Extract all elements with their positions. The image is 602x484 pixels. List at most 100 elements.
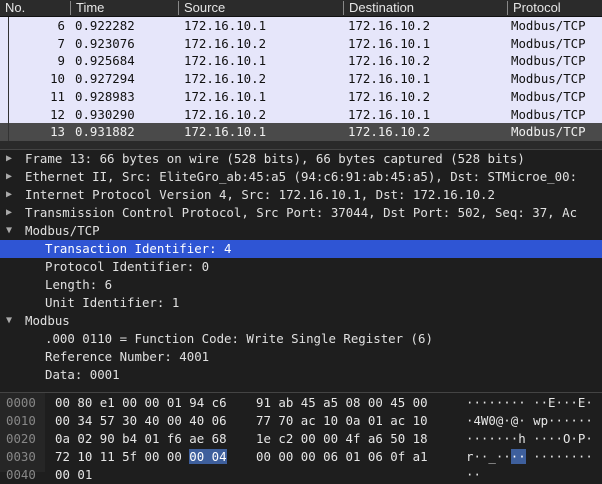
cell-time: 0.925684 bbox=[75, 53, 135, 69]
collapsed-arrow-icon[interactable]: ▶ bbox=[6, 150, 12, 168]
pane-divider[interactable] bbox=[0, 141, 602, 150]
cell-src: 172.16.10.2 bbox=[184, 106, 267, 122]
cell-time: 0.930290 bbox=[75, 106, 135, 122]
hex-bytes-group-a: 72 10 11 5f 00 00 00 04 bbox=[55, 448, 227, 466]
hex-offset-cell: 0020 bbox=[6, 430, 36, 448]
detail-text: Internet Protocol Version 4, Src: 172.16… bbox=[25, 187, 495, 202]
cell-dst: 172.16.10.2 bbox=[348, 88, 431, 104]
detail-text: Reference Number: 4001 bbox=[45, 349, 210, 364]
detail-text: Unit Identifier: 1 bbox=[45, 295, 180, 310]
cell-dst: 172.16.10.2 bbox=[348, 18, 431, 33]
hex-offset: 0000 bbox=[6, 395, 36, 410]
detail-text: .000 0110 = Function Code: Write Single … bbox=[45, 331, 433, 346]
detail-item[interactable]: ▼ Modbus bbox=[0, 312, 602, 330]
detail-item[interactable]: Transaction Identifier: 4 bbox=[0, 240, 602, 258]
packet-row[interactable]: 6 0.922282 172.16.10.1 172.16.10.2 Modbus/TC… bbox=[0, 17, 602, 35]
detail-item[interactable]: Protocol Identifier: 0 bbox=[0, 258, 602, 276]
hex-bytes-group-a: 00 80 e1 00 00 01 94 c6 bbox=[55, 394, 227, 412]
expanded-arrow-icon[interactable]: ▼ bbox=[6, 312, 12, 330]
packet-details[interactable]: ▶ Frame 13: 66 bytes on wire (528 bits), … bbox=[0, 150, 602, 390]
hex-bytes-group-b: 77 70 ac 10 0a 01 ac 10 bbox=[256, 412, 428, 430]
hex-bytes: 00 00 00 06 01 06 0f a1 bbox=[256, 449, 428, 464]
column-header-source[interactable]: Source bbox=[178, 1, 225, 15]
hex-bytes-group-a: 00 34 57 30 40 00 40 06 bbox=[55, 412, 227, 430]
ascii-bytes: ········ bbox=[525, 449, 593, 464]
hex-offset-cell: 0040 bbox=[6, 466, 36, 484]
hex-offset-cell: 0030 bbox=[6, 448, 36, 466]
packet-row[interactable]: 13 0.931882 172.16.10.1 172.16.10.2 Modbus/T… bbox=[0, 123, 602, 141]
cell-time: 0.931882 bbox=[75, 124, 135, 140]
cell-no: 13 bbox=[50, 124, 65, 140]
hex-bytes: 00 01 bbox=[55, 467, 93, 482]
cell-src: 172.16.10.1 bbox=[184, 18, 267, 33]
cell-dst: 172.16.10.1 bbox=[348, 71, 431, 87]
ascii-column: ·· bbox=[466, 466, 481, 484]
detail-item[interactable]: ▶ Transmission Control Protocol, Src Port… bbox=[0, 204, 602, 222]
column-header-no[interactable]: No. bbox=[0, 1, 25, 15]
hex-bytes: 77 70 ac 10 0a 01 ac 10 bbox=[256, 413, 428, 428]
cell-proto: Modbus/TCP bbox=[511, 106, 586, 122]
ascii-column: ·4W0@·@· wp······ bbox=[466, 412, 593, 430]
ascii-bytes: ········ ··E···E· bbox=[466, 395, 593, 410]
collapsed-arrow-icon[interactable]: ▶ bbox=[6, 168, 12, 186]
packet-list[interactable]: 6 0.922282 172.16.10.1 172.16.10.2 Modbus/TC… bbox=[0, 17, 602, 141]
cell-proto: Modbus/TCP bbox=[511, 53, 586, 69]
ascii-column: ·······h ····O·P· bbox=[466, 430, 593, 448]
ascii-bytes-selected[interactable]: ·· bbox=[510, 449, 526, 464]
cell-src: 172.16.10.1 bbox=[184, 124, 267, 140]
column-header-time[interactable]: Time bbox=[70, 1, 104, 15]
detail-item[interactable]: Length: 6 bbox=[0, 276, 602, 294]
hex-offset-cell: 0000 bbox=[6, 394, 36, 412]
hex-bytes: 1e c2 00 00 4f a6 50 18 bbox=[256, 431, 428, 446]
packet-list-header: No. Time Source Destination Protocol bbox=[0, 0, 602, 17]
cell-proto: Modbus/TCP bbox=[511, 18, 586, 33]
packet-row[interactable]: 11 0.928983 172.16.10.1 172.16.10.2 Modbus/T… bbox=[0, 88, 602, 106]
detail-text: Transaction Identifier: 4 bbox=[45, 241, 232, 256]
collapsed-arrow-icon[interactable]: ▶ bbox=[6, 204, 12, 222]
detail-text: Transmission Control Protocol, Src Port:… bbox=[25, 205, 578, 220]
detail-item[interactable]: .000 0110 = Function Code: Write Single … bbox=[0, 330, 602, 348]
ascii-bytes: ·4W0@·@· wp······ bbox=[466, 413, 593, 428]
cell-dst: 172.16.10.1 bbox=[348, 35, 431, 51]
column-header-protocol[interactable]: Protocol bbox=[507, 1, 561, 15]
packet-row[interactable]: 10 0.927294 172.16.10.2 172.16.10.1 Modbus/T… bbox=[0, 70, 602, 88]
detail-item[interactable]: ▶ Internet Protocol Version 4, Src: 172.1… bbox=[0, 186, 602, 204]
packet-row[interactable]: 12 0.930290 172.16.10.2 172.16.10.1 Modbus/T… bbox=[0, 106, 602, 124]
cell-dst: 172.16.10.2 bbox=[348, 53, 431, 69]
ascii-column: r··_···· ········ bbox=[466, 448, 593, 466]
detail-text: Length: 6 bbox=[45, 277, 113, 292]
cell-src: 172.16.10.1 bbox=[184, 53, 267, 69]
packet-row[interactable]: 7 0.923076 172.16.10.2 172.16.10.1 Modbus/TC… bbox=[0, 35, 602, 53]
detail-text: Data: 0001 bbox=[45, 367, 120, 382]
detail-item[interactable]: ▶ Frame 13: 66 bytes on wire (528 bits), … bbox=[0, 150, 602, 168]
cell-no: 9 bbox=[57, 53, 65, 69]
cell-dst: 172.16.10.1 bbox=[348, 106, 431, 122]
cell-proto: Modbus/TCP bbox=[511, 124, 586, 140]
packet-row[interactable]: 9 0.925684 172.16.10.1 172.16.10.2 Modbus/TC… bbox=[0, 52, 602, 70]
ascii-bytes: ·· bbox=[466, 467, 481, 482]
detail-item[interactable]: ▼ Modbus/TCP bbox=[0, 222, 602, 240]
hex-bytes-group-b: 91 ab 45 a5 08 00 45 00 bbox=[256, 394, 428, 412]
cell-src: 172.16.10.1 bbox=[184, 88, 267, 104]
cell-dst: 172.16.10.2 bbox=[348, 124, 431, 140]
cell-time: 0.928983 bbox=[75, 88, 135, 104]
column-header-destination[interactable]: Destination bbox=[343, 1, 414, 15]
detail-text: Ethernet II, Src: EliteGro_ab:45:a5 (94:… bbox=[25, 169, 578, 184]
hex-offset-cell: 0010 bbox=[6, 412, 36, 430]
collapsed-arrow-icon[interactable]: ▶ bbox=[6, 186, 12, 204]
hex-bytes: 0a 02 90 b4 01 f6 ae 68 bbox=[55, 431, 227, 446]
cell-no: 11 bbox=[50, 88, 65, 104]
hex-bytes-group-b: 00 00 00 06 01 06 0f a1 bbox=[256, 448, 428, 466]
hex-offset: 0030 bbox=[6, 449, 36, 464]
expanded-arrow-icon[interactable]: ▼ bbox=[6, 222, 12, 240]
packet-bytes[interactable]: 0000 00 80 e1 00 00 01 94 c6 91 ab 45 a5 0… bbox=[0, 392, 602, 482]
hex-bytes-selected[interactable]: 00 04 bbox=[189, 449, 227, 464]
detail-item[interactable]: Unit Identifier: 1 bbox=[0, 294, 602, 312]
hex-offset: 0020 bbox=[6, 431, 36, 446]
ascii-bytes: ·······h ····O·P· bbox=[466, 431, 593, 446]
cell-no: 6 bbox=[57, 18, 65, 33]
detail-item[interactable]: Data: 0001 bbox=[0, 366, 602, 384]
detail-text: Protocol Identifier: 0 bbox=[45, 259, 210, 274]
detail-item[interactable]: ▶ Ethernet II, Src: EliteGro_ab:45:a5 (94… bbox=[0, 168, 602, 186]
detail-item[interactable]: Reference Number: 4001 bbox=[0, 348, 602, 366]
